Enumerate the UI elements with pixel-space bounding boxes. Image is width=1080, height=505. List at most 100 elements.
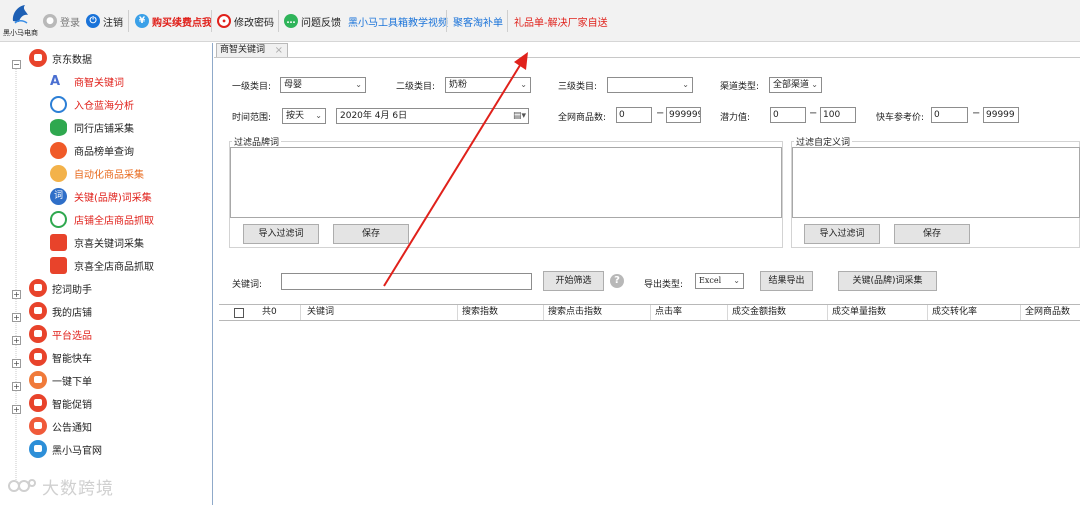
express-price-max-input[interactable]: 99999	[983, 107, 1019, 123]
hand-icon	[29, 371, 47, 389]
video-tutorial-link[interactable]: 黑小马工具箱教学视频	[348, 12, 448, 30]
select-all-checkbox[interactable]	[234, 308, 244, 318]
potential-min-input[interactable]: 0	[770, 107, 806, 123]
tree-category-label: 黑小马官网	[52, 445, 102, 457]
tree-category-word-helper[interactable]: + 挖词助手	[12, 278, 92, 299]
expand-icon[interactable]: +	[12, 335, 21, 345]
column-header-total-products[interactable]: 全网商品数	[1022, 305, 1080, 320]
shop-icon	[29, 302, 47, 320]
logout-button[interactable]: ⏻ 注销	[86, 12, 123, 30]
app-logo: 黑小马电商	[3, 3, 38, 39]
tree-category-official-site[interactable]: 黑小马官网	[29, 439, 102, 459]
toolbar-divider	[278, 10, 279, 32]
toolbar-divider	[128, 10, 129, 32]
save-custom-filter-button[interactable]: 保存	[894, 224, 970, 244]
calendar-icon[interactable]: ▤▾	[513, 109, 526, 123]
brand-filter-textarea[interactable]	[230, 147, 782, 218]
tree-category-one-click-order[interactable]: + 一键下单	[12, 370, 92, 391]
import-brand-filter-button[interactable]: 导入过滤词	[243, 224, 319, 244]
eye-icon	[50, 118, 67, 136]
export-results-button[interactable]: 结果导出	[760, 271, 813, 291]
word-icon: 词	[50, 187, 67, 205]
column-header-ctr[interactable]: 点击率	[652, 305, 728, 320]
column-header-search-click-index[interactable]: 搜索点击指数	[545, 305, 651, 320]
sidebar-item-jingxi-shop-grab[interactable]: 京喜全店商品抓取	[50, 255, 154, 275]
column-header-keyword[interactable]: 关键词	[304, 305, 458, 320]
watermark-logo-icon	[8, 479, 36, 492]
category2-select[interactable]: 奶粉 ⌄	[445, 77, 531, 93]
change-password-label: 修改密码	[234, 17, 274, 29]
tree-category-smart-promotion[interactable]: + 智能促销	[12, 393, 92, 414]
brand-keyword-collect-button[interactable]: 关键(品牌)词采集	[838, 271, 937, 291]
sidebar-item-jingxi-keyword-collect[interactable]: 京喜关键词采集	[50, 232, 144, 252]
medal-icon	[50, 141, 67, 159]
expand-icon[interactable]: +	[12, 381, 21, 391]
start-filter-button[interactable]: 开始筛选	[543, 271, 604, 291]
chevron-down-icon: ⌄	[682, 80, 689, 89]
login-button[interactable]: ● 登录	[43, 12, 80, 30]
time-range-select[interactable]: 按天 ⌄	[282, 108, 326, 124]
tree-category-smart-express[interactable]: + 智能快车	[12, 347, 92, 368]
sidebar-item-product-ranking[interactable]: 商品榜单查询	[50, 140, 134, 160]
sidebar-item-shop-products-grab[interactable]: 店铺全店商品抓取	[50, 209, 154, 229]
export-type-value: Excel	[699, 276, 722, 285]
category1-select[interactable]: 母婴 ⌄	[280, 77, 366, 93]
tab-business-keywords[interactable]: 商智关键词 ×	[216, 43, 288, 58]
category1-label: 一级类目:	[232, 82, 272, 92]
tree-category-label: 挖词助手	[52, 284, 92, 296]
taobao-link[interactable]: 聚客淘补单	[453, 12, 503, 30]
sidebar-item-brand-keyword-collect[interactable]: 词 关键(品牌)词采集	[50, 186, 152, 206]
sidebar-item-warehouse-analysis[interactable]: 入仓蓝海分析	[50, 94, 134, 114]
sidebar-item-label: 京喜全店商品抓取	[74, 261, 154, 273]
date-picker[interactable]: 2020年 4月 6日 ▤▾	[336, 108, 529, 124]
gift-icon	[50, 233, 67, 251]
tree-root-jd-data[interactable]: − 京东数据	[12, 48, 92, 69]
expand-icon[interactable]: +	[12, 312, 21, 322]
close-icon[interactable]: ×	[275, 44, 283, 57]
custom-filter-textarea[interactable]	[792, 147, 1080, 218]
sidebar-item-auto-product-collect[interactable]: 自动化商品采集	[50, 163, 144, 183]
tree-category-my-shop[interactable]: + 我的店铺	[12, 301, 92, 322]
tree-category-label: 我的店铺	[52, 307, 92, 319]
potential-max-input[interactable]: 100	[820, 107, 856, 123]
save-brand-filter-button[interactable]: 保存	[333, 224, 409, 244]
feedback-button[interactable]: … 问题反馈	[284, 12, 341, 30]
express-price-min-input[interactable]: 0	[931, 107, 968, 123]
potential-label: 潜力值:	[720, 113, 751, 123]
column-header-search-index[interactable]: 搜索指数	[459, 305, 544, 320]
power-icon: ⏻	[86, 14, 100, 28]
column-header-gmv-index[interactable]: 成交金额指数	[729, 305, 828, 320]
help-icon[interactable]: ?	[610, 274, 624, 288]
sidebar-item-peer-shop-collect[interactable]: 同行店铺采集	[50, 117, 134, 137]
category2-value: 奶粉	[449, 80, 468, 90]
buy-button[interactable]: ¥ 购买续费点我	[135, 12, 212, 30]
column-header-conversion-rate[interactable]: 成交转化率	[929, 305, 1021, 320]
change-password-button[interactable]: • 修改密码	[217, 12, 274, 30]
tree-category-platform-selection[interactable]: + 平台选品	[12, 324, 92, 345]
export-type-select[interactable]: Excel ⌄	[695, 273, 744, 289]
gift-order-link[interactable]: 礼品单-解决厂家自送	[514, 12, 608, 30]
total-products-min-input[interactable]: 0	[616, 107, 652, 123]
total-products-max-input[interactable]: 9999999	[666, 107, 701, 123]
column-header-orders-index[interactable]: 成交单量指数	[829, 305, 928, 320]
time-range-label: 时间范围:	[232, 113, 272, 123]
category2-label: 二级类目:	[396, 82, 436, 92]
sidebar-item-business-keywords[interactable]: A 商智关键词	[50, 71, 124, 91]
category3-select[interactable]: ⌄	[607, 77, 693, 93]
import-custom-filter-button[interactable]: 导入过滤词	[804, 224, 880, 244]
channel-select[interactable]: 全部渠道 ⌄	[769, 77, 822, 93]
expand-icon[interactable]: +	[12, 404, 21, 414]
column-header-count[interactable]: 共0	[259, 305, 301, 320]
keyword-input[interactable]	[281, 273, 532, 290]
tree-category-label: 智能促销	[52, 399, 92, 411]
chevron-down-icon: ⌄	[733, 276, 740, 285]
tree-category-label: 平台选品	[52, 330, 92, 342]
sidebar-tree: − 京东数据 A 商智关键词 入仓蓝海分析 同行店铺采集 商品榜单查询 自动化商…	[0, 43, 213, 505]
tree-category-label: 一键下单	[52, 376, 92, 388]
channel-value: 全部渠道	[773, 80, 810, 90]
expand-icon[interactable]: +	[12, 358, 21, 368]
chevron-down-icon: ⌄	[315, 111, 322, 120]
tree-category-announcements[interactable]: 公告通知	[29, 416, 92, 436]
collapse-icon[interactable]: −	[12, 59, 21, 69]
expand-icon[interactable]: +	[12, 289, 21, 299]
